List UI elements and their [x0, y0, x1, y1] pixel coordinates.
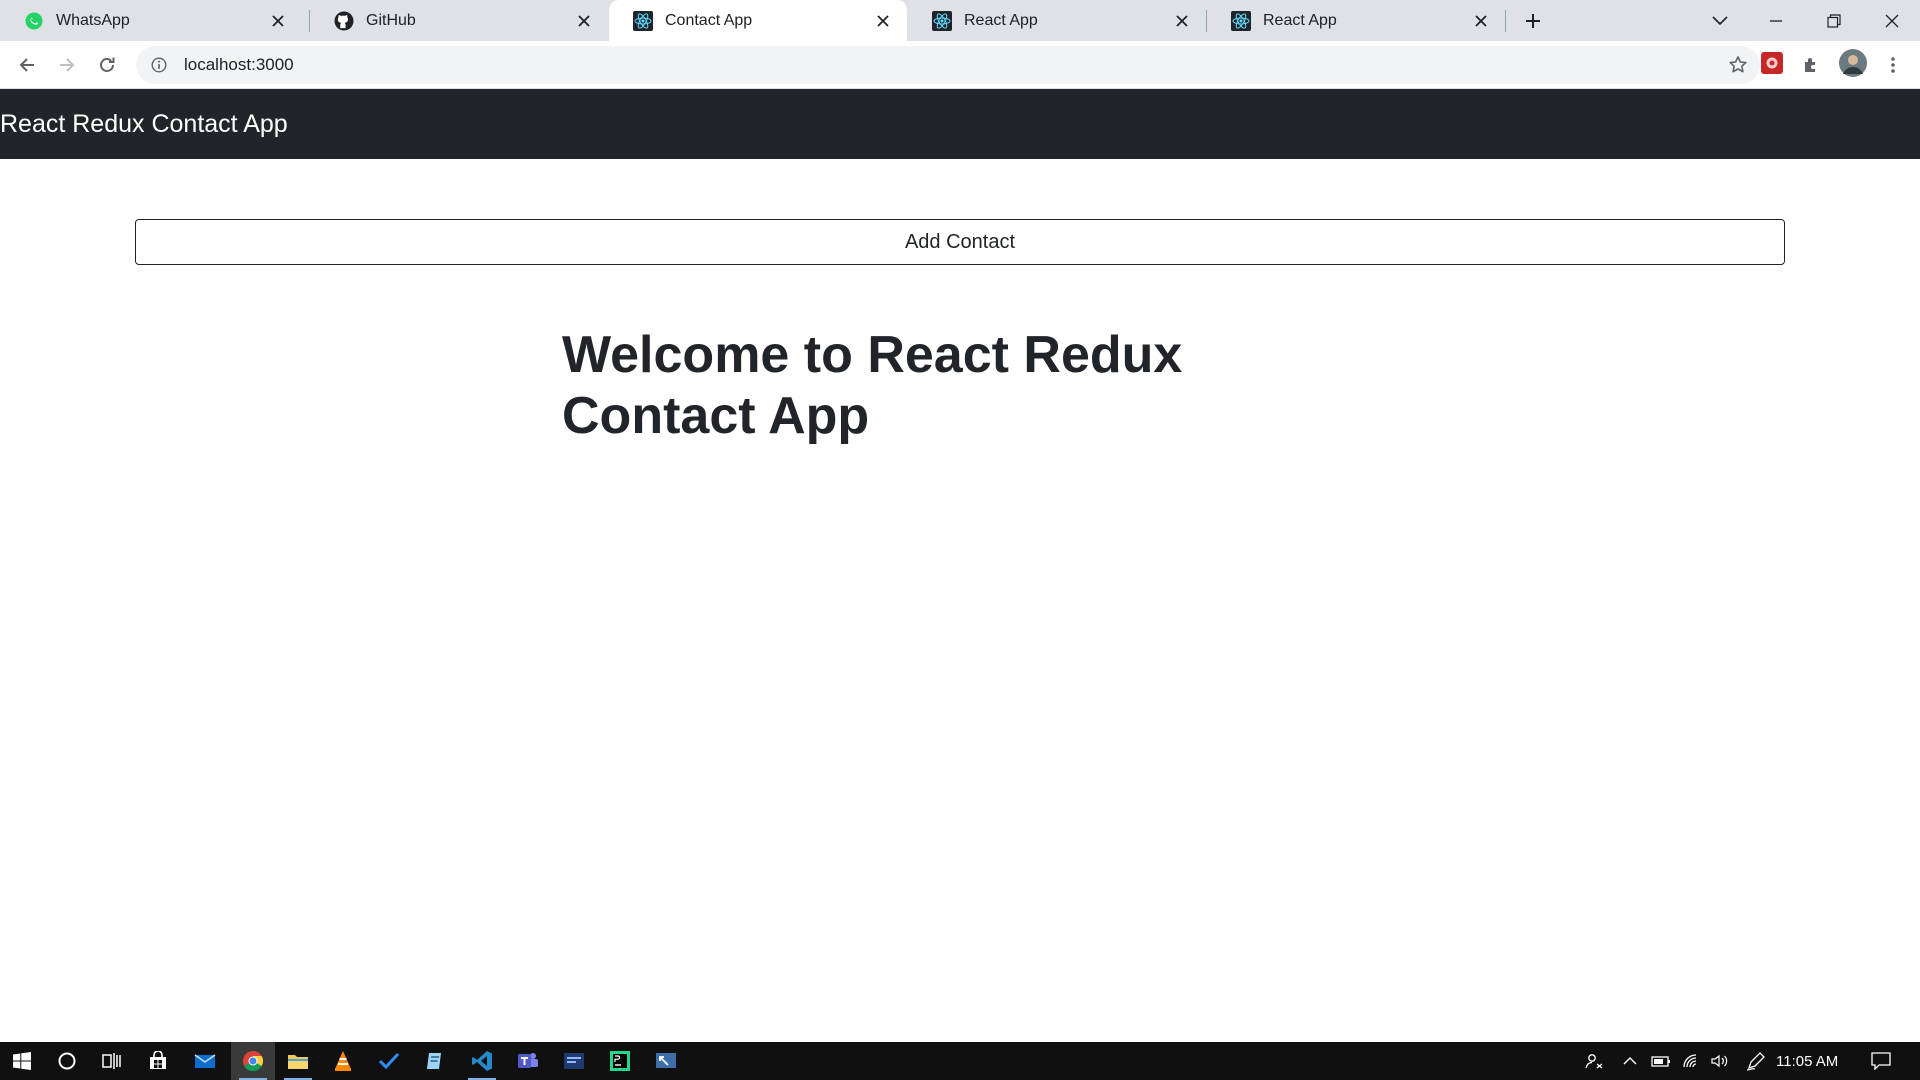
restore-icon [1827, 13, 1841, 28]
close-tab-icon[interactable] [1471, 11, 1491, 31]
tab-react-app-2[interactable]: React App [1207, 0, 1505, 41]
navbar-brand[interactable]: React Redux Contact App [0, 110, 288, 139]
taskbar-file-explorer[interactable] [276, 1042, 320, 1080]
people-icon[interactable] [1580, 1042, 1608, 1080]
chevron-down-icon [1712, 15, 1728, 25]
site-info-icon[interactable] [148, 54, 170, 76]
new-tab-button[interactable] [1520, 8, 1546, 34]
taskbar-remote-app[interactable] [644, 1042, 688, 1080]
chrome-icon [243, 1051, 264, 1072]
arrow-left-icon [19, 58, 34, 72]
react-icon [633, 10, 653, 31]
browser-tab-strip: WhatsApp GitHub Contact App React App Re… [0, 0, 1920, 41]
close-icon [1885, 14, 1899, 27]
reload-button[interactable] [91, 49, 123, 81]
pen-icon[interactable] [1742, 1042, 1770, 1080]
cortana-icon [58, 1052, 76, 1070]
tab-title: Contact App [665, 11, 753, 29]
start-button[interactable] [0, 1042, 44, 1080]
taskbar-pycharm[interactable] [598, 1042, 642, 1080]
minimize-button[interactable] [1748, 0, 1804, 41]
github-icon [334, 11, 354, 31]
menu-button[interactable] [1877, 49, 1909, 81]
tab-title: GitHub [366, 11, 416, 29]
tab-contact-app[interactable]: Contact App [609, 0, 907, 41]
mail-icon [194, 1054, 216, 1068]
tab-title: React App [1263, 11, 1337, 29]
taskbar-teams[interactable] [506, 1042, 550, 1080]
search-button[interactable] [45, 1042, 89, 1080]
battery-icon[interactable] [1649, 1042, 1673, 1080]
add-contact-button[interactable]: Add Contact [135, 219, 1785, 265]
url-text[interactable]: localhost:3000 [184, 55, 1724, 75]
taskbar-devhome[interactable] [552, 1042, 596, 1080]
close-window-button[interactable] [1864, 0, 1920, 41]
profile-button[interactable] [1837, 48, 1869, 82]
remote-desktop-icon [656, 1053, 676, 1068]
volume-icon[interactable] [1708, 1042, 1732, 1080]
page-viewport: React Redux Contact App Add Contact Welc… [0, 89, 1920, 1042]
tab-separator [1505, 10, 1506, 32]
windows-icon [13, 1052, 31, 1070]
taskbar-store[interactable] [136, 1042, 180, 1080]
address-bar[interactable]: localhost:3000 [136, 46, 1760, 84]
notifications-icon[interactable] [1866, 1042, 1896, 1080]
show-hidden-icons-chevron-up-icon[interactable] [1618, 1042, 1642, 1080]
bookmark-star-icon[interactable] [1724, 51, 1752, 79]
dev-icon [564, 1053, 584, 1069]
forward-button[interactable] [51, 49, 83, 81]
reload-icon [100, 57, 115, 72]
puzzle-icon [1805, 58, 1815, 72]
minimize-icon [1770, 19, 1782, 22]
taskbar-chrome[interactable] [231, 1042, 275, 1080]
restore-button[interactable] [1806, 0, 1862, 41]
plus-icon [1526, 14, 1540, 28]
react-icon [932, 10, 952, 31]
store-icon [150, 1051, 166, 1069]
tab-search-button[interactable] [1692, 0, 1748, 41]
kebab-menu-icon [1891, 57, 1895, 73]
taskbar-app-notes[interactable] [413, 1042, 457, 1080]
react-icon [1231, 10, 1251, 31]
extensions-button[interactable] [1796, 49, 1828, 81]
close-tab-icon[interactable] [1172, 11, 1192, 31]
whatsapp-icon [24, 11, 44, 31]
tab-react-app-1[interactable]: React App [908, 0, 1206, 41]
taskbar-todo[interactable] [367, 1042, 411, 1080]
browser-toolbar: localhost:3000 [0, 41, 1920, 89]
tab-title: React App [964, 11, 1038, 29]
checkmark-icon [378, 1052, 400, 1070]
wifi-icon[interactable] [1680, 1042, 1704, 1080]
close-tab-icon[interactable] [268, 11, 288, 31]
taskbar-vscode[interactable] [460, 1042, 504, 1080]
windows-taskbar: 11:05 AM [0, 1042, 1920, 1080]
tab-title: WhatsApp [56, 11, 130, 29]
task-view-icon [102, 1053, 121, 1069]
pycharm-icon [610, 1051, 630, 1071]
close-tab-icon[interactable] [574, 11, 594, 31]
task-view-button[interactable] [90, 1042, 134, 1080]
notes-icon [427, 1053, 441, 1069]
taskbar-mail[interactable] [183, 1042, 227, 1080]
welcome-heading: Welcome to React Redux Contact App [562, 326, 1183, 445]
taskbar-vlc[interactable] [321, 1042, 365, 1080]
extension-button[interactable] [1756, 49, 1788, 81]
teams-icon [518, 1053, 538, 1068]
vscode-icon [472, 1051, 492, 1071]
folder-icon [288, 1055, 308, 1069]
back-button[interactable] [11, 49, 43, 81]
tab-github[interactable]: GitHub [310, 0, 608, 41]
close-tab-icon[interactable] [873, 11, 893, 31]
taskbar-clock[interactable]: 11:05 AM [1776, 1042, 1838, 1080]
navbar: React Redux Contact App [0, 89, 1920, 159]
extension-app-icon [1761, 51, 1783, 79]
arrow-right-icon [60, 58, 75, 72]
tab-whatsapp[interactable]: WhatsApp [0, 0, 302, 41]
vlc-icon [335, 1051, 351, 1071]
avatar [1839, 48, 1867, 82]
